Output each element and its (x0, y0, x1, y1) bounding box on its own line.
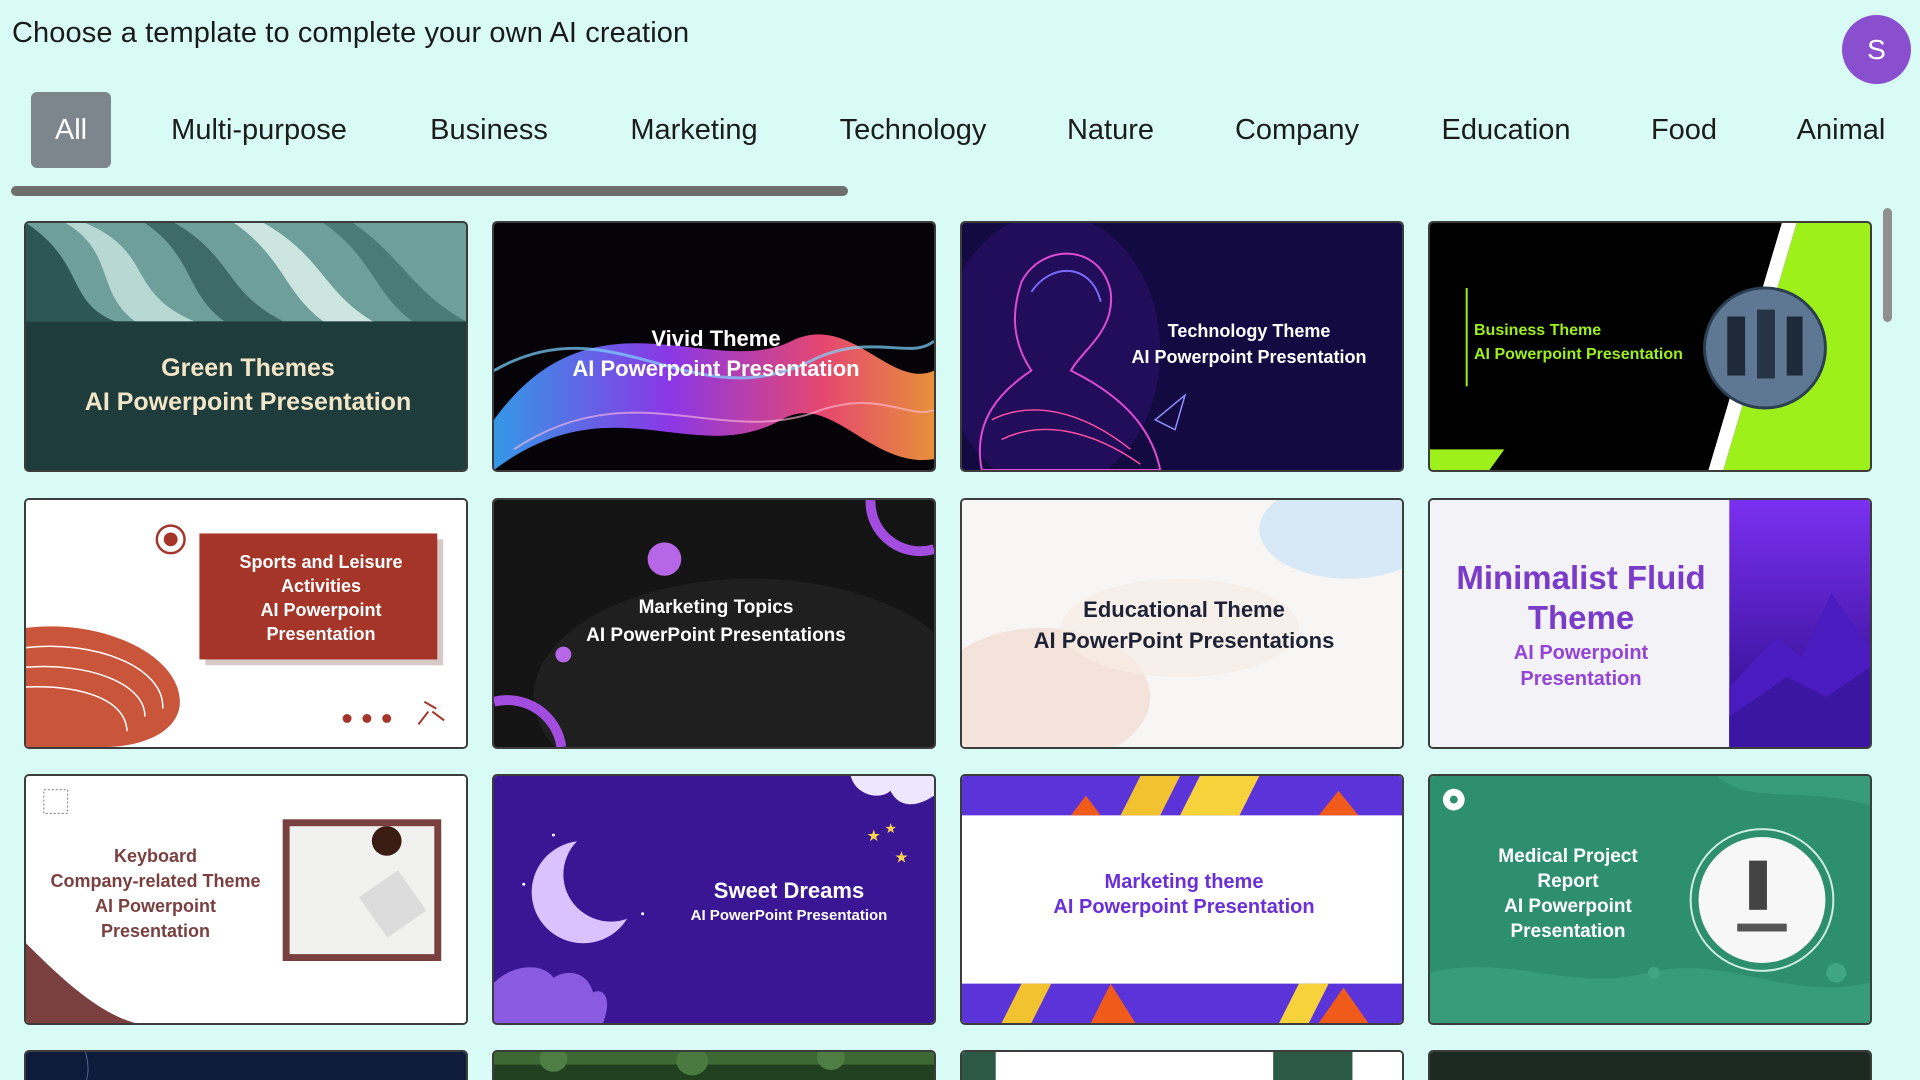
green-themes-thumbnail (26, 223, 466, 470)
template-subtitle: AI Powerpoint Presentation (1053, 896, 1315, 918)
card-thumbnail (1430, 1052, 1870, 1080)
template-card-partial-3[interactable] (960, 1050, 1404, 1080)
template-card-marketing-topics[interactable]: Marketing Topics AI PowerPoint Presentat… (492, 498, 936, 749)
svg-text:★: ★ (894, 850, 908, 867)
template-subtitle: AI Powerpoint Presentation (1474, 346, 1683, 363)
tab-technology[interactable]: Technology (830, 92, 996, 168)
template-card-minimalist-fluid[interactable]: Minimalist Fluid Theme AI Powerpoint Pre… (1428, 498, 1872, 749)
tab-multi-purpose[interactable]: Multi-purpose (158, 92, 360, 168)
template-subtitle: AI PowerPoint Presentation (690, 907, 888, 924)
template-card-business-theme[interactable]: Business Theme AI Powerpoint Presentatio… (1428, 221, 1872, 472)
template-subtitle-cont: Presentation (1510, 921, 1626, 942)
template-subtitle-cont: Presentation (100, 921, 211, 941)
template-subtitle-cont: Presentation (1520, 668, 1642, 690)
template-title: Minimalist Fluid (1456, 559, 1706, 596)
template-card-medical-report[interactable]: Medical Project Report AI Powerpoint Pre… (1428, 774, 1872, 1025)
template-subtitle: AI PowerPoint Presentations (586, 625, 846, 646)
template-subtitle: AI Powerpoint (1513, 642, 1649, 664)
template-title: Medical Project (1498, 846, 1638, 867)
grid-scrollbar[interactable] (1883, 208, 1892, 322)
template-title: Green Themes (161, 354, 335, 382)
avatar[interactable]: S (1842, 15, 1911, 84)
template-subtitle-cont: Presentation (266, 624, 376, 644)
tab-food[interactable]: Food (1643, 92, 1725, 168)
template-title: Technology Theme (1167, 321, 1331, 341)
template-title: Sports and Leisure (239, 552, 403, 572)
template-subtitle: AI Powerpoint (260, 600, 382, 620)
template-card-partial-4[interactable] (1428, 1050, 1872, 1080)
template-subtitle: AI Powerpoint Presentation (1131, 347, 1367, 367)
template-title: Marketing Topics (638, 597, 794, 618)
template-title-cont: Report (1537, 871, 1599, 892)
page-title: Choose a template to complete your own A… (12, 17, 690, 49)
template-title-cont: Company-related Theme (50, 871, 261, 891)
template-subtitle: AI PowerPoint Presentations (1033, 628, 1335, 653)
template-title: Vivid Theme (651, 326, 781, 351)
card-thumbnail (494, 1052, 934, 1080)
template-subtitle: AI Powerpoint (1504, 896, 1632, 917)
template-title: Marketing theme (1104, 871, 1264, 893)
tab-business[interactable]: Business (418, 92, 560, 168)
tab-nature[interactable]: Nature (1055, 92, 1166, 168)
template-card-keyboard-company[interactable]: Keyboard Company-related Theme AI Powerp… (24, 774, 468, 1025)
svg-text:★: ★ (867, 828, 881, 845)
template-title: Keyboard (113, 846, 198, 866)
template-title: Business Theme (1474, 322, 1602, 339)
template-card-marketing-theme[interactable]: Marketing theme AI Powerpoint Presentati… (960, 774, 1404, 1025)
template-subtitle: AI Powerpoint (95, 896, 216, 916)
template-title-cont: Theme (1527, 599, 1635, 636)
tab-animal[interactable]: Animal (1785, 92, 1897, 168)
tab-all[interactable]: All (31, 92, 111, 168)
template-title: Sweet Dreams (713, 878, 865, 903)
template-card-partial-2[interactable] (492, 1050, 936, 1080)
tab-marketing[interactable]: Marketing (618, 92, 770, 168)
template-card-sweet-dreams[interactable]: ★ ★ ★ Sweet Dreams AI PowerPoint Present… (492, 774, 936, 1025)
template-subtitle: AI Powerpoint Presentation (84, 388, 412, 416)
tab-company[interactable]: Company (1225, 92, 1369, 168)
template-card-green-themes[interactable]: Green Themes AI Powerpoint Presentation (24, 221, 468, 472)
card-thumbnail (962, 1052, 1402, 1080)
template-card-technology-theme[interactable]: Technology Theme AI Powerpoint Presentat… (960, 221, 1404, 472)
template-card-sports-leisure[interactable]: Sports and Leisure Activities AI Powerpo… (24, 498, 468, 749)
tabs-scrollbar[interactable] (11, 186, 848, 196)
svg-text:★: ★ (884, 820, 896, 836)
template-title-cont: Activities (280, 576, 362, 596)
template-card-educational-theme[interactable]: Educational Theme AI PowerPoint Presenta… (960, 498, 1404, 749)
tab-education[interactable]: Education (1429, 92, 1583, 168)
template-title: Educational Theme (1083, 597, 1285, 622)
template-card-partial-1[interactable] (24, 1050, 468, 1080)
template-subtitle: AI Powerpoint Presentation (572, 356, 860, 381)
card-thumbnail (26, 1052, 466, 1080)
template-card-vivid-theme[interactable]: Vivid Theme AI Powerpoint Presentation (492, 221, 936, 472)
category-tabs: All Multi-purpose Business Marketing Tec… (0, 92, 1920, 168)
